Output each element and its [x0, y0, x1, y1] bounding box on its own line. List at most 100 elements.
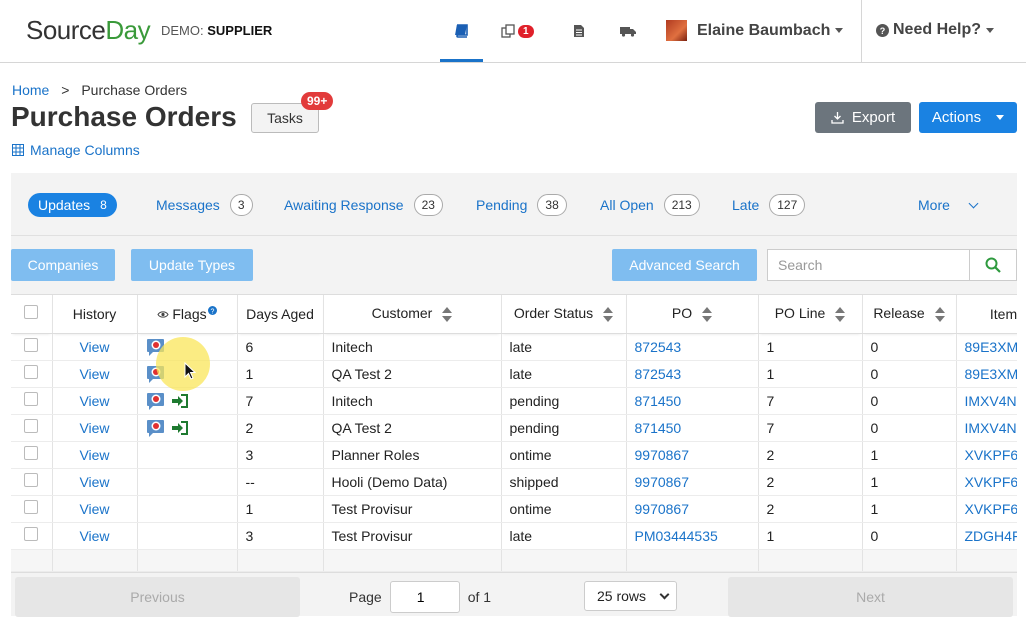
manage-columns-link[interactable]: Manage Columns: [12, 142, 140, 158]
history-view-link[interactable]: View: [52, 333, 138, 361]
row-checkbox[interactable]: [24, 365, 39, 379]
history-view-link[interactable]: View: [52, 414, 138, 442]
item-link[interactable]: XVKPF6: [956, 495, 1017, 523]
flag-message-icon[interactable]: [146, 418, 166, 438]
next-button[interactable]: Next: [728, 577, 1013, 617]
nav-shipments[interactable]: [620, 20, 636, 42]
column-history: History: [52, 295, 138, 334]
row-checkbox[interactable]: [24, 473, 39, 487]
po-link[interactable]: 872543: [626, 360, 759, 388]
search-box: [767, 249, 1017, 281]
question-circle-icon: ?: [876, 23, 889, 37]
active-nav-indicator: [440, 59, 483, 62]
column-order-status[interactable]: Order Status: [501, 295, 627, 334]
row-checkbox[interactable]: [24, 527, 39, 541]
item-link[interactable]: IMXV4N: [956, 387, 1017, 415]
advanced-search-button[interactable]: Advanced Search: [612, 249, 757, 281]
page-indicator: Page of 1: [349, 581, 491, 613]
tab-all-open[interactable]: All Open 213: [600, 193, 700, 217]
row-checkbox[interactable]: [24, 338, 39, 352]
column-po[interactable]: PO: [626, 295, 759, 334]
po-link[interactable]: PM03444535: [626, 522, 759, 550]
tab-late[interactable]: Late 127: [732, 193, 806, 217]
row-checkbox[interactable]: [24, 392, 39, 406]
nav-messages[interactable]: 1: [501, 20, 534, 42]
po-link[interactable]: 871450: [626, 387, 759, 415]
companies-button[interactable]: Companies: [11, 249, 115, 281]
book-icon: [455, 24, 468, 38]
table-row[interactable]: View 3 Test Provisur late PM03444535 1 0 ZDGH4F: [11, 522, 1017, 550]
more-tabs-dropdown[interactable]: More: [918, 197, 979, 213]
table-row[interactable]: View 2 QA Test 2 pending 871450 7 0 IMXV4N: [11, 414, 1017, 442]
history-view-link[interactable]: View: [52, 441, 138, 469]
row-checkbox[interactable]: [24, 419, 39, 433]
sign-in-arrow-icon[interactable]: [171, 420, 188, 435]
search-button[interactable]: [969, 250, 1016, 280]
tab-messages[interactable]: Messages 3: [156, 193, 253, 217]
tab-awaiting-response[interactable]: Awaiting Response 23: [284, 193, 443, 217]
table-row[interactable]: View -- Hooli (Demo Data) shipped 9970867 2 1 X…: [11, 468, 1017, 496]
nav-documents[interactable]: [573, 20, 585, 42]
sign-in-arrow-icon[interactable]: [171, 393, 188, 408]
update-types-button[interactable]: Update Types: [131, 249, 253, 281]
row-select-cell: [11, 414, 53, 442]
item-link[interactable]: XVKPF6: [956, 441, 1017, 469]
item-link[interactable]: XVKPF6: [956, 468, 1017, 496]
notifications-badge: 1: [518, 24, 534, 38]
item-link[interactable]: ZDGH4F: [956, 522, 1017, 550]
tab-updates[interactable]: Updates 8: [28, 193, 117, 217]
actions-button[interactable]: Actions: [919, 102, 1017, 133]
po-link[interactable]: 9970867: [626, 441, 759, 469]
days-aged-cell: 7: [237, 387, 324, 415]
history-view-link[interactable]: View: [52, 495, 138, 523]
item-link[interactable]: IMXV4N: [956, 414, 1017, 442]
select-all-checkbox[interactable]: [24, 305, 39, 320]
release-cell: 1: [862, 441, 957, 469]
previous-button[interactable]: Previous: [15, 577, 300, 617]
sourceday-logo[interactable]: SourceDay: [26, 15, 151, 46]
info-icon[interactable]: ?: [207, 305, 217, 315]
flags-cell: [137, 387, 238, 415]
sort-icon: [702, 307, 713, 323]
customer-cell: Planner Roles: [323, 441, 502, 469]
order-status-cell: ontime: [501, 495, 627, 523]
rows-per-page-select[interactable]: 25 rows: [584, 581, 677, 611]
svg-text:?: ?: [210, 308, 214, 315]
row-checkbox[interactable]: [24, 500, 39, 514]
help-menu[interactable]: ? Need Help?: [876, 21, 995, 39]
flag-message-icon[interactable]: [146, 391, 166, 411]
order-status-cell: pending: [501, 414, 627, 442]
table-row[interactable]: View 1 Test Provisur ontime 9970867 2 1 XVKPF6: [11, 495, 1017, 523]
sort-icon: [442, 307, 453, 323]
row-select-cell: [11, 387, 53, 415]
history-view-link[interactable]: View: [52, 387, 138, 415]
row-checkbox[interactable]: [24, 446, 39, 460]
row-select-cell: [11, 333, 53, 361]
po-link[interactable]: 871450: [626, 414, 759, 442]
breadcrumb-home[interactable]: Home: [12, 82, 49, 98]
table-row[interactable]: View 7 Initech pending 871450 7 0 IMXV4N: [11, 387, 1017, 415]
item-link[interactable]: 89E3XM: [956, 333, 1017, 361]
history-view-link[interactable]: View: [52, 468, 138, 496]
column-po-line[interactable]: PO Line: [758, 295, 863, 334]
po-link[interactable]: 9970867: [626, 468, 759, 496]
nav-orders[interactable]: [454, 20, 468, 42]
table-row[interactable]: View 3 Planner Roles ontime 9970867 2 1 XVKPF6: [11, 441, 1017, 469]
column-flags[interactable]: Flags?: [137, 295, 238, 334]
column-customer[interactable]: Customer: [323, 295, 502, 334]
po-link[interactable]: 9970867: [626, 495, 759, 523]
days-aged-cell: 6: [237, 333, 324, 361]
item-link[interactable]: 89E3XM: [956, 360, 1017, 388]
user-menu[interactable]: Elaine Baumbach: [666, 20, 844, 41]
po-link[interactable]: 872543: [626, 333, 759, 361]
po-line-cell: 2: [758, 441, 863, 469]
export-button[interactable]: Export: [815, 102, 911, 133]
sort-icon: [603, 307, 614, 323]
history-view-link[interactable]: View: [52, 360, 138, 388]
row-select-cell: [11, 522, 53, 550]
tab-pending[interactable]: Pending 38: [476, 193, 567, 217]
history-view-link[interactable]: View: [52, 522, 138, 550]
search-input[interactable]: [768, 250, 969, 280]
column-release[interactable]: Release: [862, 295, 957, 334]
page-number-input[interactable]: [389, 581, 460, 613]
